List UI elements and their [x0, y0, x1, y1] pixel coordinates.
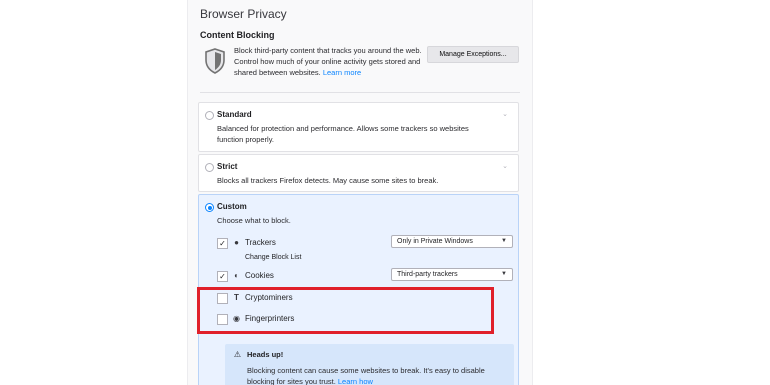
cookies-checkbox[interactable]: ✓: [217, 271, 228, 282]
trackers-checkbox[interactable]: ✓: [217, 238, 228, 249]
cookie-icon: ◐: [234, 271, 239, 280]
chevron-down-icon[interactable]: ⌄: [502, 162, 508, 170]
section-title: Browser Privacy: [200, 7, 287, 21]
standard-description: Balanced for protection and performance.…: [217, 124, 469, 144]
learn-how-link[interactable]: Learn how: [338, 377, 373, 385]
notice-text: Blocking content can cause some websites…: [247, 366, 485, 385]
divider: [200, 92, 520, 93]
custom-title: Custom: [217, 202, 247, 211]
shield-icon: [205, 48, 225, 74]
custom-description: Choose what to block.: [217, 216, 291, 225]
trackers-label: Trackers: [245, 238, 276, 247]
chevron-down-icon[interactable]: ⌄: [502, 110, 508, 118]
content-blocking-description: Block third-party content that tracks yo…: [234, 46, 422, 77]
notice-title: Heads up!: [247, 350, 284, 359]
option-standard[interactable]: Standard Balanced for protection and per…: [198, 102, 519, 152]
heads-up-notice: ⚠ Heads up! Blocking content can cause s…: [225, 344, 514, 385]
custom-radio[interactable]: [205, 203, 214, 212]
strict-radio[interactable]: [205, 163, 214, 172]
footprints-icon: ●: [234, 238, 239, 247]
option-strict[interactable]: Strict Blocks all trackers Firefox detec…: [198, 154, 519, 192]
standard-radio[interactable]: [205, 111, 214, 120]
highlight-box: [197, 287, 494, 334]
select-arrow-icon: ▼: [501, 238, 507, 244]
standard-title: Standard: [217, 110, 252, 119]
trackers-select[interactable]: Only in Private Windows ▼: [391, 235, 513, 248]
manage-exceptions-button[interactable]: Manage Exceptions...: [427, 46, 519, 63]
warning-icon: ⚠: [233, 350, 242, 359]
strict-description: Blocks all trackers Firefox detects. May…: [217, 176, 439, 185]
cookies-select[interactable]: Third-party trackers ▼: [391, 268, 513, 281]
learn-more-link[interactable]: Learn more: [323, 68, 361, 77]
cookies-label: Cookies: [245, 271, 274, 280]
change-block-list-link[interactable]: Change Block List: [245, 254, 301, 261]
select-arrow-icon: ▼: [501, 271, 507, 277]
content-blocking-title: Content Blocking: [200, 30, 275, 40]
strict-title: Strict: [217, 162, 238, 171]
